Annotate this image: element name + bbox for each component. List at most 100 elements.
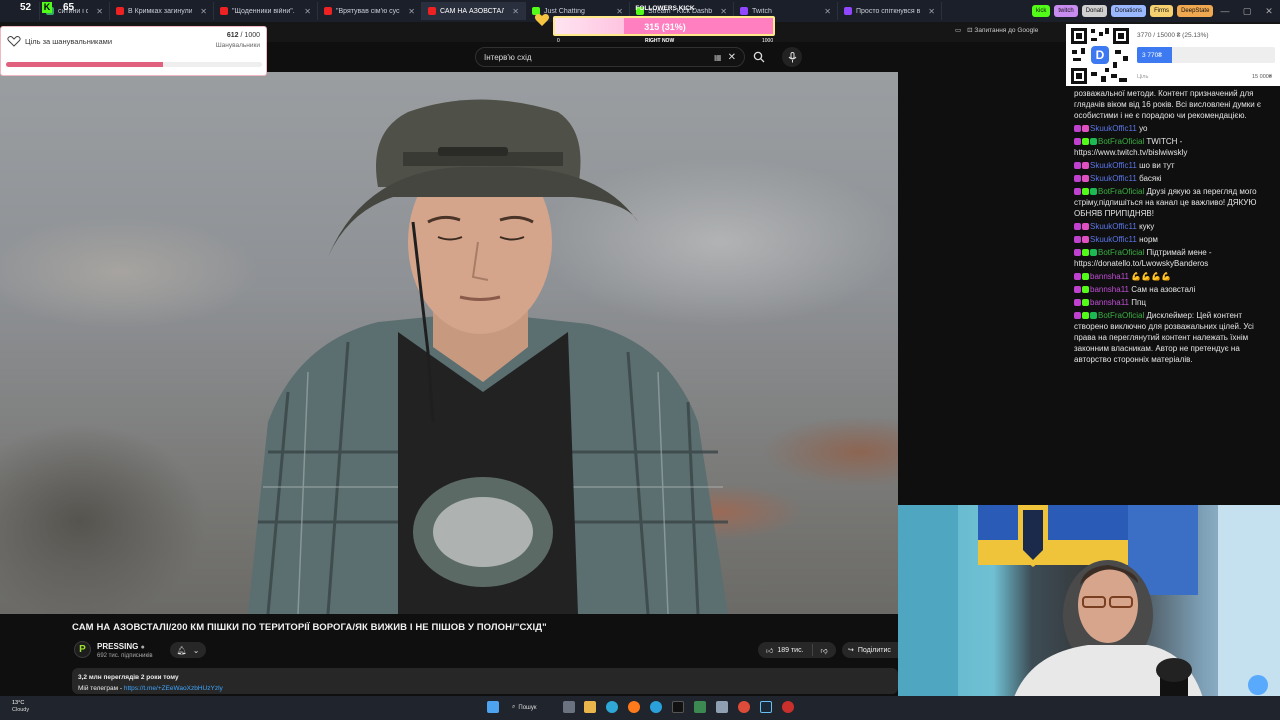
tab-label: "Щоденники війни". Докум (232, 7, 296, 15)
search-input[interactable]: Інтерв'ю схід ▦ ✕ (475, 47, 745, 67)
bookmark-pill[interactable]: kick (1032, 5, 1051, 17)
chrome-icon[interactable] (738, 701, 750, 713)
chat-username[interactable]: BotFraOficial (1098, 248, 1144, 257)
close-tab-icon[interactable]: ✕ (512, 7, 519, 16)
firefox-icon[interactable] (628, 701, 640, 713)
like-button[interactable]: 👍︎ 189 тис. (758, 644, 813, 656)
chat-text: уо (1139, 124, 1148, 133)
chat-username[interactable]: SkuukOffic11 (1090, 124, 1137, 133)
like-dislike-group: 👍︎ 189 тис. 👎︎ (758, 642, 836, 658)
close-window-icon[interactable]: ✕ (1258, 0, 1280, 22)
close-tab-icon[interactable]: ✕ (928, 7, 935, 16)
app-icon-2[interactable] (716, 701, 728, 713)
chevron-down-icon: ⌄ (192, 645, 200, 655)
share-label: Поділитис (857, 646, 891, 654)
followers-mid: RIGHT NOW (645, 38, 675, 44)
chat-username[interactable]: BotFraOficial (1098, 187, 1144, 196)
chat-username[interactable]: bannsha11 (1090, 298, 1129, 307)
chat-username[interactable]: SkuukOffic11 (1090, 235, 1137, 244)
chat-badge-icon (1082, 286, 1089, 293)
chat-username[interactable]: BotFraOficial (1098, 137, 1144, 146)
browser-tab[interactable]: Просто спіткнувся в чаті ✕ (838, 2, 942, 20)
bookmark-pill[interactable]: Donati (1081, 5, 1108, 17)
chat-message: bannsha11 Ппц (1074, 297, 1274, 308)
chat-username[interactable]: bannsha11 (1090, 285, 1129, 294)
keyboard-icon[interactable]: ▦ (714, 53, 722, 62)
followers-value: 315 (31%) (644, 22, 686, 32)
steam-icon[interactable] (760, 701, 772, 713)
chat-badge-icon (1082, 188, 1089, 195)
app-icon-3[interactable] (782, 701, 794, 713)
task-view-icon[interactable] (563, 701, 575, 713)
bookmark-pills: kick twitch Donati Donations Firms DeepState (1030, 5, 1215, 17)
chat-message: bannsha11 💪💪💪💪 (1074, 271, 1274, 282)
taskbar-search[interactable]: ⌕ Пошук (512, 701, 554, 714)
chat-badge-icon (1074, 312, 1081, 319)
chat-username[interactable]: SkuukOffic11 (1090, 222, 1137, 231)
chat-badge-icon (1074, 273, 1081, 280)
video-description[interactable]: 3,2 млн переглядів 2 роки тому Мій телег… (72, 668, 898, 694)
start-icon[interactable] (487, 701, 499, 713)
notifications-button[interactable]: 🔔︎ ⌄ (170, 642, 206, 658)
chat-badge-icon (1082, 223, 1089, 230)
app-icon[interactable] (694, 701, 706, 713)
share-button[interactable]: ↪ Поділитис (842, 642, 902, 658)
chat-badge-icon (1090, 312, 1097, 319)
tab-label: Просто спіткнувся в чаті (856, 7, 921, 15)
kick-count: 65 (63, 2, 75, 13)
bookmark-pill[interactable]: Donations (1111, 5, 1147, 17)
bookmark-pill[interactable]: twitch (1054, 5, 1078, 17)
minimize-icon[interactable]: — (1214, 0, 1236, 22)
chat-badge-icon (1082, 236, 1089, 243)
close-tab-icon[interactable]: ✕ (304, 7, 311, 16)
maximize-icon[interactable]: ▢ (1236, 0, 1258, 22)
browser-tab[interactable]: "Щоденники війни". Докум ✕ (214, 2, 318, 20)
dislike-button[interactable]: 👎︎ (813, 646, 836, 655)
search-icon (753, 51, 765, 63)
telegram-icon[interactable] (650, 701, 662, 713)
file-explorer-icon[interactable] (584, 701, 596, 713)
channel-avatar[interactable]: P (74, 641, 91, 658)
heart-icon (534, 14, 550, 26)
goal-current: 612 (226, 32, 239, 39)
donation-progress-bar: 3 770₴ (1137, 47, 1275, 63)
fan-goal-widget: Ціль за шанувальниками 612 / 1000 Шанува… (0, 26, 267, 76)
voice-search-button[interactable] (782, 47, 802, 67)
channel-name[interactable]: PRESSING ● (97, 642, 145, 651)
edge-icon[interactable] (606, 701, 618, 713)
clear-search-icon[interactable]: ✕ (728, 52, 736, 63)
followers-max: 1000 (762, 38, 774, 44)
search-button[interactable] (746, 47, 772, 67)
obs-icon[interactable] (672, 701, 684, 713)
svg-text:D: D (1096, 48, 1105, 62)
chat-badge-icon (1082, 175, 1089, 182)
browser-tab[interactable]: В Кримках загинули тисяч ✕ (110, 2, 214, 20)
chat-username[interactable]: SkuukOffic11 (1090, 174, 1137, 183)
close-tab-icon[interactable]: ✕ (408, 7, 415, 16)
bell-icon: 🔔︎ (176, 645, 187, 655)
close-tab-icon[interactable]: ✕ (96, 7, 103, 16)
chat-badge-icon (1082, 138, 1089, 145)
windows-taskbar (0, 696, 1280, 720)
browser-tab[interactable]: "Врятував сім'ю сусіда, а с ✕ (318, 2, 422, 20)
close-tab-icon[interactable]: ✕ (200, 7, 207, 16)
chat-badge-icon (1090, 249, 1097, 256)
telegram-link[interactable]: https://t.me/+ZEeWaoXzbHUzYzly (124, 685, 223, 692)
bookmark-pill[interactable]: DeepState (1177, 5, 1214, 17)
toolbar-actions: ▭ ⊡ Запитання до Google (955, 26, 1038, 34)
tab-favicon-icon (428, 7, 436, 15)
weather-widget[interactable]: 13°C Cloudy (12, 700, 29, 714)
chat-username[interactable]: bannsha11 (1090, 272, 1129, 281)
goal-sublabel: Шанувальники (215, 42, 260, 49)
chat-username[interactable]: BotFraOficial (1098, 311, 1144, 320)
video-player[interactable] (0, 72, 898, 614)
weather-condition: Cloudy (12, 707, 30, 713)
google-ask-button[interactable]: ⊡ Запитання до Google (967, 26, 1038, 34)
video-frame-person (248, 99, 728, 614)
chat-text: шо ви тут (1139, 161, 1175, 170)
chat-username[interactable]: SkuukOffic11 (1090, 161, 1137, 170)
browser-tab[interactable]: САМ НА АЗОВСТАЛІ/2 ✕ (422, 2, 526, 20)
bookmark-pill[interactable]: Firms (1150, 5, 1174, 17)
cast-icon[interactable]: ▭ (955, 26, 961, 34)
close-tab-icon[interactable]: ✕ (824, 7, 831, 16)
